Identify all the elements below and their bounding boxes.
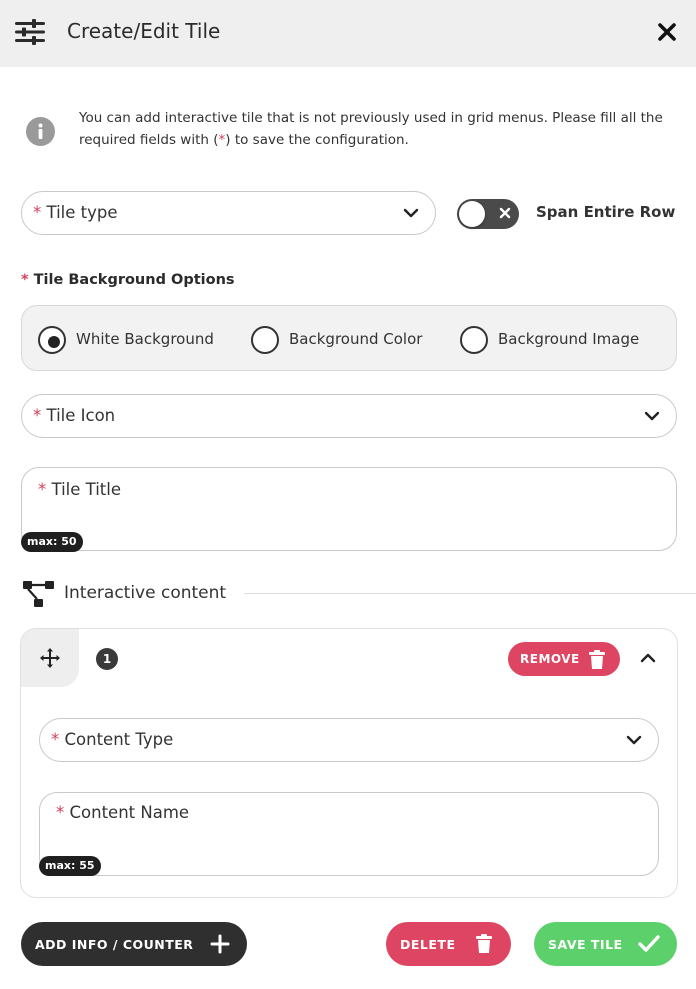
chevron-up-icon[interactable] bbox=[639, 651, 657, 665]
tile-type-label: Tile type bbox=[46, 203, 118, 222]
chevron-down-icon bbox=[626, 735, 642, 745]
sliders-icon bbox=[15, 19, 45, 45]
chevron-down-icon bbox=[403, 208, 419, 218]
trash-icon bbox=[589, 650, 605, 669]
close-icon[interactable] bbox=[652, 16, 682, 48]
chevron-down-icon bbox=[644, 411, 660, 421]
sitemap-icon bbox=[23, 581, 54, 607]
tile-type-select[interactable]: * Tile type bbox=[21, 191, 436, 235]
check-icon bbox=[638, 935, 660, 952]
drag-handle[interactable] bbox=[21, 629, 79, 687]
radio-circle bbox=[251, 326, 279, 354]
divider bbox=[244, 593, 696, 594]
toggle-knob bbox=[459, 201, 485, 227]
trash-icon bbox=[476, 934, 492, 953]
interactive-content-header: Interactive content bbox=[22, 578, 696, 610]
background-options-group: White Background Background Color Backgr… bbox=[21, 305, 677, 371]
content-type-select[interactable]: * Content Type bbox=[39, 718, 659, 762]
radio-label: White Background bbox=[76, 330, 214, 348]
radio-label: Background Image bbox=[498, 330, 640, 348]
modal-header: Create/Edit Tile bbox=[0, 0, 696, 67]
content-type-label: Content Type bbox=[64, 730, 174, 749]
add-label: ADD INFO / COUNTER bbox=[35, 937, 194, 952]
info-text: You can add interactive tile that is not… bbox=[79, 110, 663, 148]
save-tile-button[interactable]: SAVE TILE bbox=[534, 922, 677, 966]
radio-circle bbox=[460, 326, 488, 354]
tile-icon-label: Tile Icon bbox=[46, 406, 116, 425]
delete-label: DELETE bbox=[400, 937, 456, 952]
delete-button[interactable]: DELETE bbox=[386, 922, 511, 966]
content-name-label: Content Name bbox=[69, 803, 190, 822]
add-info-counter-button[interactable]: ADD INFO / COUNTER bbox=[21, 922, 247, 966]
remove-label: REMOVE bbox=[520, 652, 580, 666]
max-length-badge: max: 55 bbox=[39, 856, 101, 876]
radio-circle bbox=[38, 326, 66, 354]
remove-button[interactable]: REMOVE bbox=[508, 642, 620, 676]
interactive-content-card: 1 REMOVE * Content Type * Content Name m… bbox=[20, 628, 678, 898]
background-options-label: * Tile Background Options bbox=[21, 272, 235, 288]
radio-label: Background Color bbox=[289, 330, 423, 348]
span-entire-row-label: Span Entire Row bbox=[536, 203, 676, 221]
info-icon bbox=[26, 117, 55, 146]
tile-title-field[interactable]: * Tile Title bbox=[21, 467, 677, 551]
content-name-field[interactable]: * Content Name bbox=[39, 792, 659, 876]
modal-title: Create/Edit Tile bbox=[67, 19, 221, 43]
tile-title-label: Tile Title bbox=[51, 480, 122, 499]
save-label: SAVE TILE bbox=[548, 937, 623, 952]
close-icon bbox=[499, 207, 511, 219]
plus-icon bbox=[210, 934, 230, 954]
interactive-content-title: Interactive content bbox=[64, 583, 227, 603]
tile-icon-select[interactable]: * Tile Icon bbox=[21, 394, 677, 438]
item-number-badge: 1 bbox=[96, 648, 118, 670]
move-icon bbox=[40, 648, 60, 668]
max-length-badge: max: 50 bbox=[21, 532, 83, 552]
span-entire-row-toggle[interactable] bbox=[457, 199, 519, 229]
